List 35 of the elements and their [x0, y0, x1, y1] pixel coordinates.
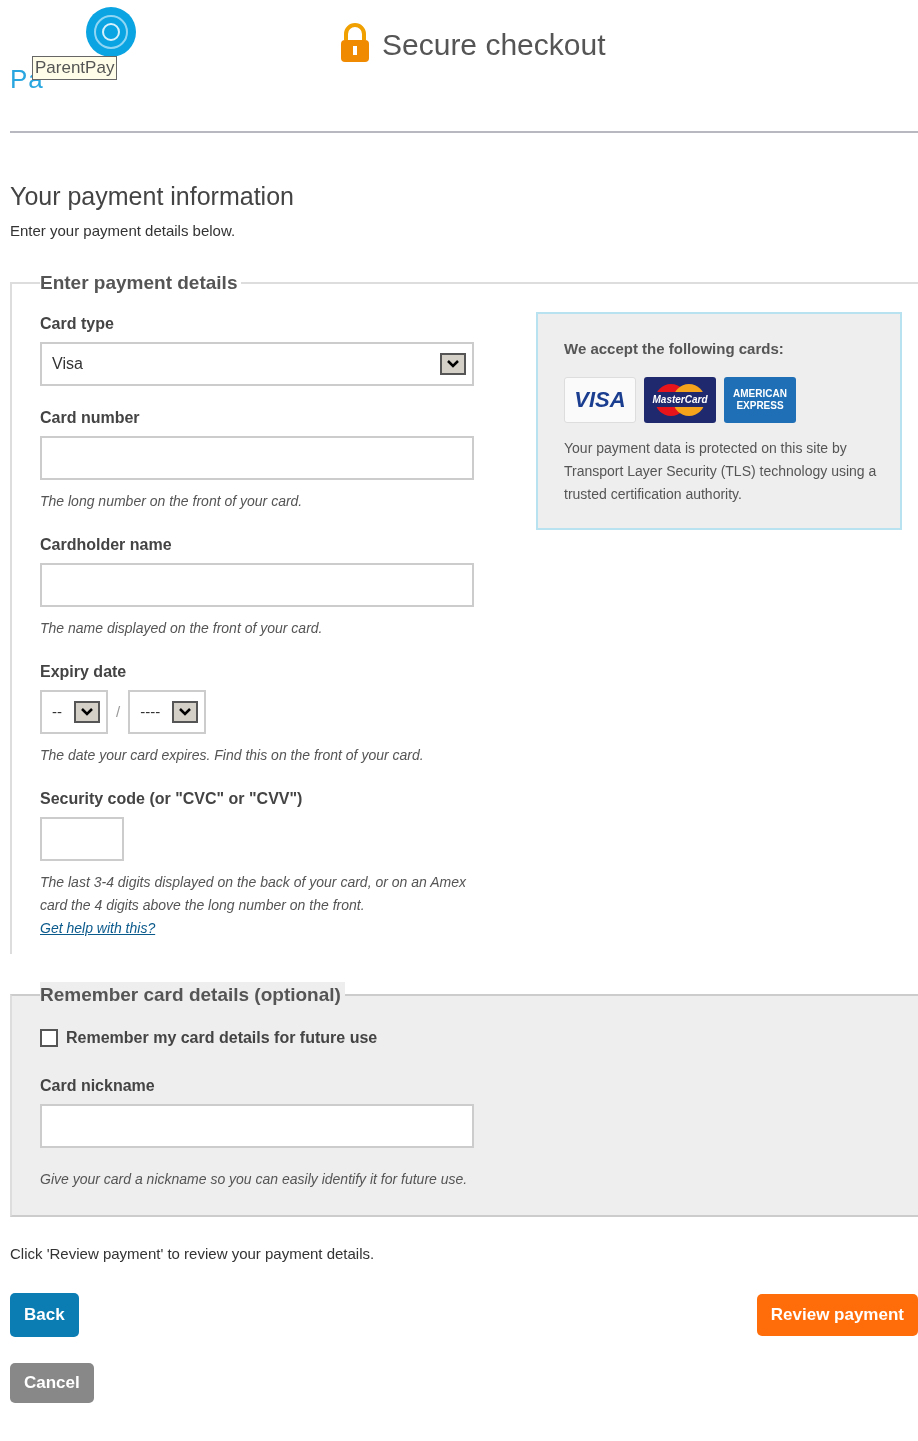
- help-link[interactable]: Get help with this?: [40, 920, 156, 936]
- field-hint: Give your card a nickname so you can easily identify it for future use.: [40, 1169, 469, 1189]
- text-input[interactable]: [40, 563, 474, 607]
- field-label: Card nickname: [40, 1075, 156, 1096]
- field-label: Card number: [40, 408, 141, 428]
- field-hint: The last 3-4 digits displayed on the back of your card, or on an Amex card the 4 digits above the long number on the front.: [40, 873, 467, 915]
- field-label: Cardholder name: [40, 535, 173, 555]
- field-label: Card type: [40, 314, 115, 334]
- field-label: Security code (or "CVC" or "CVV"): [40, 789, 304, 809]
- text-input[interactable]: [40, 436, 474, 480]
- date-separator: /: [116, 701, 121, 722]
- field-hint: The date your card expires. Find this on the front of your card.: [40, 746, 425, 765]
- nickname-input[interactable]: [40, 1103, 474, 1148]
- button[interactable]: Cancel: [10, 1363, 94, 1403]
- fieldset-legend: Remember card details (optional): [40, 981, 345, 1008]
- security-code-input[interactable]: [40, 817, 124, 861]
- card-logo: MasterCard: [644, 376, 716, 423]
- panel-title: We accept the following cards:: [564, 339, 785, 359]
- field-label: Expiry date: [40, 662, 128, 682]
- instruction-text: Enter your payment details below.: [10, 220, 237, 241]
- lock-icon: [338, 22, 372, 64]
- year-select[interactable]: ----: [128, 690, 207, 734]
- card-logo: VISA: [564, 376, 636, 423]
- instruction-text: Click 'Review payment' to review your payment details.: [10, 1243, 376, 1264]
- field-hint: The long number on the front of your card.: [40, 492, 304, 511]
- page-title: Secure checkout: [382, 27, 606, 63]
- field-hint: The name displayed on the front of your card.: [40, 619, 324, 638]
- security-note: Your payment data is protected on this site by Transport Layer Security (TLS) technology using a trusted certification authority.: [564, 438, 878, 504]
- checkbox[interactable]: [40, 1028, 58, 1047]
- card-type-select[interactable]: Visa: [40, 342, 474, 386]
- section-heading: Your payment information: [10, 181, 295, 212]
- checkbox-option[interactable]: Remember my card details for future use: [40, 1025, 918, 1050]
- month-select[interactable]: --: [40, 690, 108, 734]
- card-logo: AMERICAN EXPRESS: [724, 376, 796, 423]
- button[interactable]: Back: [10, 1293, 79, 1337]
